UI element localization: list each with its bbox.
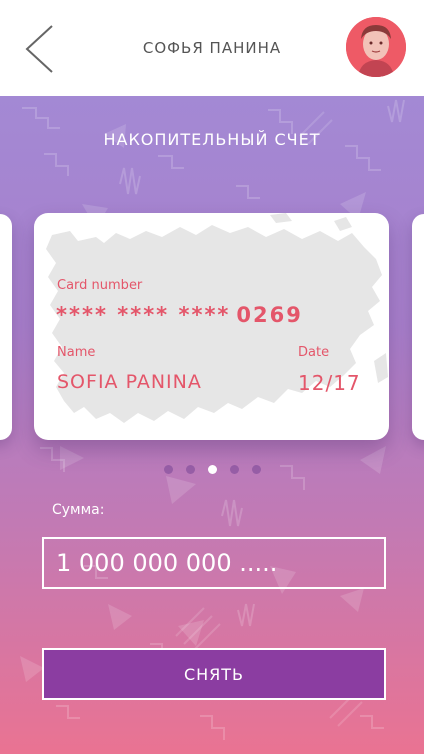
prev-card[interactable] [0,214,12,440]
next-card[interactable] [412,214,424,440]
carousel-dot[interactable] [207,465,217,474]
carousel-dot[interactable] [229,465,239,474]
account-title: НАКОПИТЕЛЬНЫЙ СЧЕТ [103,130,321,149]
bank-card[interactable]: Card number **** **** **** 0269 Name Date… [34,213,389,440]
withdraw-button[interactable]: СНЯТЬ [42,648,386,700]
back-chevron-icon[interactable] [22,24,56,74]
carousel-dot[interactable] [251,465,261,474]
card-number-masked: **** **** **** [56,303,231,327]
carousel-dots [0,465,424,474]
card-number-label: Card number [57,278,143,293]
avatar[interactable] [346,17,406,77]
header: СОФЬЯ ПАНИНА [0,0,424,96]
expiry-date: 12/17 [298,371,361,395]
cardholder-name-label: Name [57,345,96,360]
carousel-dot[interactable] [185,465,195,474]
card-number: **** **** **** 0269 [56,303,303,327]
amount-input[interactable] [42,537,386,589]
main-area: НАКОПИТЕЛЬНЫЙ СЧЕТ Card number **** ****… [0,96,424,754]
user-name: СОФЬЯ ПАНИНА [142,39,282,57]
card-number-last-digits: 0269 [236,303,303,327]
cardholder-name: SOFIA PANINA [57,371,202,393]
amount-label: Сумма: [52,502,105,518]
carousel-dot[interactable] [163,465,173,474]
user-portrait-icon [346,17,406,77]
expiry-date-label: Date [298,345,330,360]
